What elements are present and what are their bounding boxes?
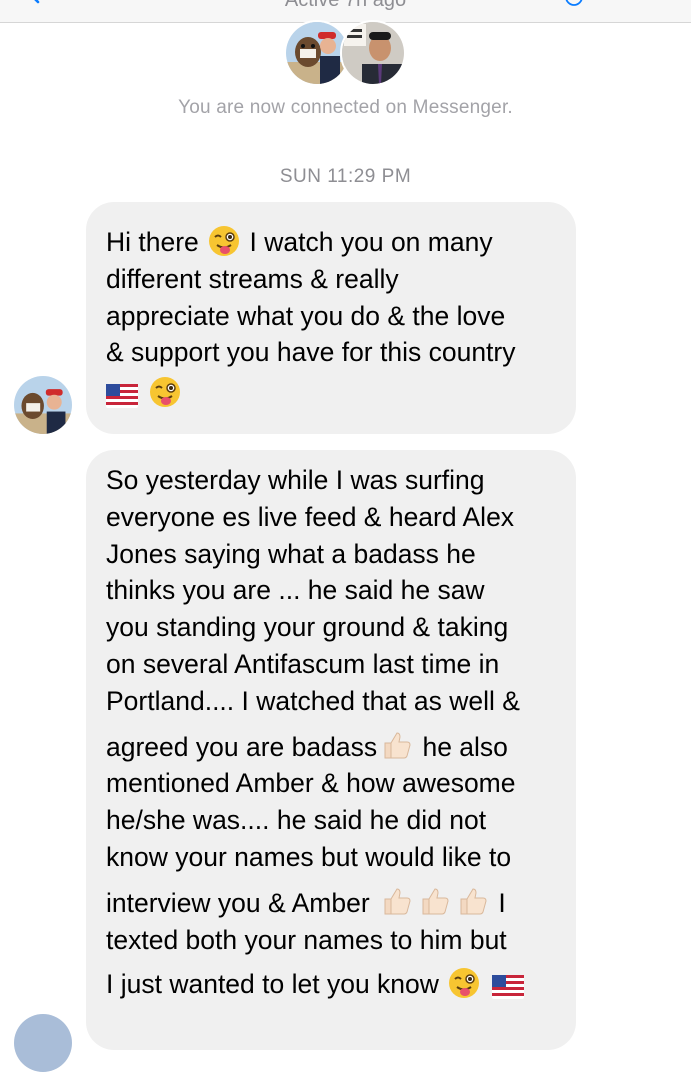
us-flag-emoji-icon (491, 975, 524, 1000)
connection-avatars (284, 20, 414, 86)
thumbs-up-emoji-icon (384, 888, 411, 915)
avatar (340, 20, 406, 86)
message-line: Portland.... I watched that as well & (106, 685, 520, 716)
connected-notice: You are now connected on Messenger. (178, 97, 513, 118)
message-line: mentioned Amber & how awesome (106, 768, 516, 799)
message-line: on several Antifascum last time in (106, 648, 500, 679)
message-line: & support you have for this country (106, 337, 516, 368)
message-line: I just wanted to let you know (106, 966, 560, 1003)
winking-tongue-emoji-icon (150, 377, 181, 408)
message-timestamp: SUN 11:29 PM (279, 166, 412, 187)
sender-avatar[interactable] (14, 376, 72, 434)
message-line: agreed you are badass he also (106, 728, 560, 766)
message-bubble[interactable]: Hi there I watch you on many different s… (86, 202, 576, 434)
message-line: thinks you are ... he said he saw (106, 575, 485, 606)
sender-avatar[interactable] (14, 1014, 72, 1072)
winking-tongue-emoji-icon (449, 968, 480, 999)
active-status: Active 7h ago (284, 0, 407, 11)
message-line (106, 375, 560, 412)
thumbs-up-emoji-icon (384, 732, 411, 759)
message-line: appreciate what you do & the love (106, 300, 506, 331)
message-bubble[interactable]: So yesterday while I was surfing everyon… (86, 450, 576, 1050)
winking-tongue-emoji-icon (209, 226, 240, 256)
message-line: he/she was.... he said he did not (106, 805, 487, 836)
message-line: different streams & really (106, 263, 399, 294)
message-line: you standing your ground & taking (106, 612, 509, 643)
message-line: interview you & Amber I (106, 884, 560, 922)
message-line: texted both your names to him but (106, 924, 507, 955)
message-line: know your names but would like to (106, 841, 512, 872)
info-icon[interactable] (565, 0, 583, 6)
message-line: Jones saying what a badass he (106, 538, 476, 569)
message-line: Hi there I watch you on many (106, 226, 493, 257)
message-line: everyone es live feed & heard Alex (106, 501, 515, 532)
thumbs-up-emoji-icon (422, 888, 449, 915)
message-line: So yesterday while I was surfing (106, 465, 485, 495)
thumbs-up-emoji-icon (460, 888, 487, 915)
us-flag-emoji-icon (106, 384, 138, 409)
